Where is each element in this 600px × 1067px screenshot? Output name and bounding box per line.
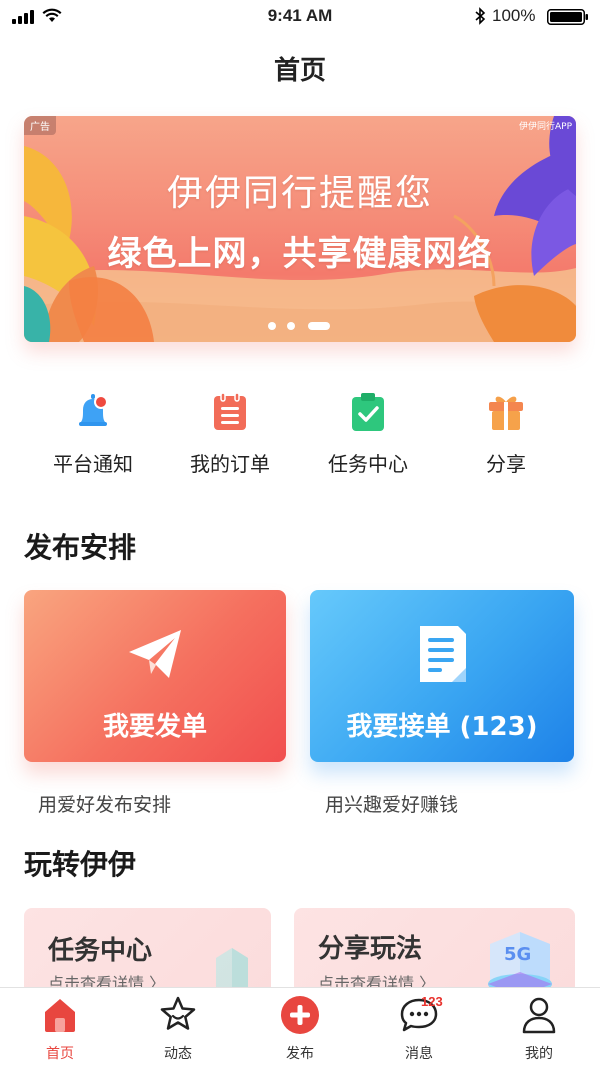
- gift-icon: [489, 396, 523, 430]
- play-card-title: 任务中心: [48, 936, 153, 966]
- banner-slogan: 绿色上网，共享健康网络: [107, 234, 493, 274]
- quick-item-label: 我的订单: [190, 452, 270, 476]
- status-bar: 9:41 AM 100%: [0, 0, 600, 34]
- user-icon: [522, 997, 556, 1034]
- tab-bar: 首页 动态 发布 消息 我的: [0, 987, 600, 1067]
- bluetooth-icon: [475, 7, 486, 25]
- promo-banner[interactable]: 广告 伊伊同行APP 伊伊同行提醒您 绿色上网，共享健康网络: [24, 116, 576, 342]
- section-title-publish: 发布安排: [24, 531, 137, 564]
- play-card-share[interactable]: 5G 分享玩法 点击查看详情 〉: [294, 908, 575, 998]
- quick-item-orders[interactable]: 我的订单: [161, 386, 299, 486]
- quick-item-label: 任务中心: [328, 452, 408, 476]
- page-title: 首页: [273, 56, 326, 86]
- quick-item-tasks[interactable]: 任务中心: [299, 386, 437, 486]
- play-card-task-center[interactable]: 任务中心 点击查看详情 〉: [24, 908, 271, 998]
- carousel-indicator: [268, 322, 338, 330]
- order-list-icon: [214, 392, 246, 430]
- quick-item-label: 平台通知: [53, 452, 133, 476]
- message-badge: 123: [421, 994, 443, 1009]
- plus-circle-icon: [281, 996, 319, 1034]
- banner-headline: 伊伊同行提醒您: [166, 173, 433, 214]
- take-order-desc: 用兴趣爱好赚钱: [325, 794, 459, 816]
- tab-label: 消息: [405, 1046, 433, 1062]
- tab-profile[interactable]: 我的: [479, 988, 599, 1067]
- tab-feed[interactable]: 动态: [118, 988, 238, 1067]
- tab-label: 我的: [525, 1046, 553, 1062]
- paper-plane-icon: [129, 630, 181, 678]
- send-order-label: 我要发单: [102, 712, 207, 742]
- tab-publish[interactable]: 发布: [240, 988, 360, 1067]
- tab-label: 动态: [164, 1046, 192, 1062]
- battery-icon: [547, 9, 588, 25]
- ad-badge: 广告: [24, 116, 56, 135]
- app-watermark: 伊伊同行APP: [518, 122, 572, 132]
- section-title-play: 玩转伊伊: [24, 848, 137, 881]
- take-order-label: 我要接单 (123): [346, 712, 538, 742]
- battery-percent: 100%: [492, 6, 536, 25]
- carousel-dot[interactable]: [287, 322, 295, 330]
- quick-item-notifications[interactable]: 平台通知: [24, 386, 162, 486]
- send-order-desc: 用爱好发布安排: [38, 794, 172, 816]
- tab-label: 发布: [286, 1046, 314, 1062]
- quick-item-share[interactable]: 分享: [437, 386, 575, 486]
- document-icon: [420, 626, 466, 682]
- tab-home[interactable]: 首页: [0, 988, 120, 1067]
- star-icon: [160, 996, 196, 1030]
- tab-messages[interactable]: 消息: [359, 988, 479, 1067]
- svg-text:5G: 5G: [504, 944, 531, 965]
- carousel-dot-active[interactable]: [308, 322, 330, 330]
- bell-icon: [79, 394, 108, 426]
- carousel-dot[interactable]: [268, 322, 276, 330]
- take-order-button[interactable]: 我要接单 (123): [310, 590, 574, 762]
- clipboard-check-icon: [352, 393, 384, 431]
- home-icon: [45, 999, 75, 1032]
- send-order-button[interactable]: 我要发单: [24, 590, 286, 762]
- quick-item-label: 分享: [486, 452, 526, 476]
- tab-label: 首页: [46, 1046, 74, 1062]
- play-card-title: 分享玩法: [318, 934, 423, 964]
